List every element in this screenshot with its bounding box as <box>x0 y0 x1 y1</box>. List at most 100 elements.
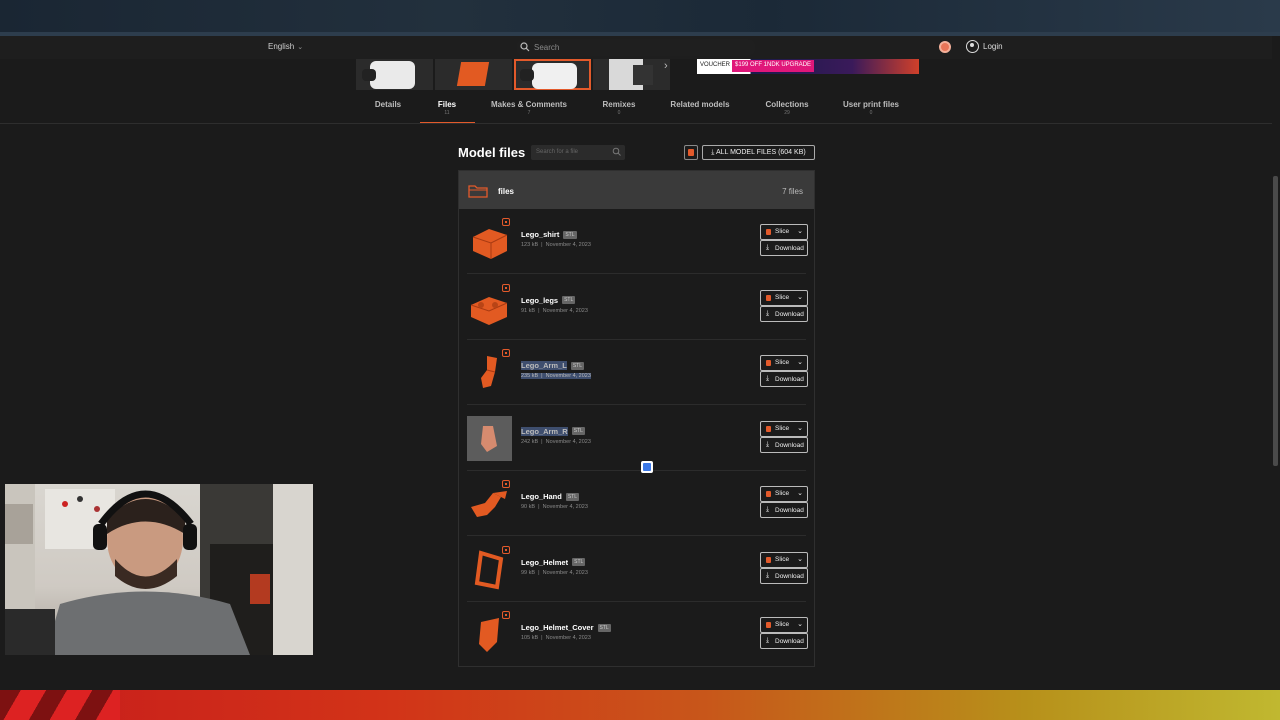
file-row[interactable]: Lego_Hand STL 90 kB | November 4, 2023 S… <box>459 471 814 536</box>
model-files-title: Model files <box>458 145 526 160</box>
file-size: 105 kB <box>521 635 539 641</box>
file-row[interactable]: Lego_Helmet STL 99 kB | November 4, 2023… <box>459 537 814 602</box>
scrollbar-thumb[interactable] <box>1273 176 1278 466</box>
slice-button[interactable]: Slice ⌄ <box>760 289 808 306</box>
download-icon: ⤓ <box>766 637 770 644</box>
chevron-down-icon: ⌄ <box>797 490 803 497</box>
language-label: English <box>268 42 295 51</box>
slice-label: Slice <box>775 490 790 497</box>
file-date: November 4, 2023 <box>542 307 588 314</box>
slice-button[interactable]: Slice ⌄ <box>760 355 808 371</box>
file-type-badge: STL <box>597 623 611 632</box>
download-button[interactable]: ⤓ Download <box>760 567 808 584</box>
chevron-down-icon: ⌄ <box>797 293 803 301</box>
download-label: Download <box>775 638 804 645</box>
search-icon <box>520 42 530 52</box>
tab-user-print-files[interactable]: User print files 0 <box>834 100 908 116</box>
file-name: Lego_Arm_L STL <box>521 361 585 370</box>
slice-label: Slice <box>775 359 790 366</box>
slice-label: Slice <box>775 228 790 235</box>
ad-voucher: VOUCHER <box>700 62 731 68</box>
stream-overlay-bottom <box>0 690 1280 720</box>
language-selector[interactable]: English ⌄ <box>268 42 303 51</box>
download-label: Download <box>775 507 804 514</box>
file-name-text: Lego_Helmet <box>521 557 569 567</box>
chevron-right-icon[interactable]: › <box>664 60 668 72</box>
tab-makes-comments[interactable]: Makes & Comments 7 <box>483 100 575 116</box>
download-button[interactable]: ⤓ Download <box>760 436 808 453</box>
download-label: Download <box>775 441 804 449</box>
file-date: November 4, 2023 <box>545 242 591 248</box>
file-type-badge: STL <box>570 361 585 370</box>
download-button[interactable]: ⤓ Download <box>760 371 808 387</box>
file-name: Lego_shirt STL <box>521 230 577 239</box>
slice-label: Slice <box>775 293 790 301</box>
gallery-thumb[interactable] <box>356 59 433 90</box>
slice-label: Slice <box>775 424 790 432</box>
slice-button[interactable]: Slice ⌄ <box>760 224 808 240</box>
translate-icon[interactable] <box>641 461 653 473</box>
file-row[interactable]: Lego_Arm_R STL 242 kB | November 4, 2023… <box>459 406 814 471</box>
tab-remixes[interactable]: Remixes 0 <box>593 100 645 116</box>
slice-button[interactable]: Slice ⌄ <box>760 551 808 568</box>
files-panel: files 7 files Lego_shirt STL 123 kB | No… <box>458 170 815 667</box>
login-label: Login <box>983 42 1003 51</box>
tab-related-models[interactable]: Related models <box>662 100 738 110</box>
slice-button[interactable]: Slice ⌄ <box>760 617 808 633</box>
cube-icon <box>502 218 510 226</box>
file-thumbnail[interactable] <box>467 415 512 461</box>
advertisement-banner[interactable]: VOUCHER $199 OFF 1NDK UPGRADE <box>697 59 919 74</box>
slicer-icon <box>766 229 771 235</box>
slicer-icon <box>766 425 771 432</box>
file-meta: 123 kB | November 4, 2023 <box>521 242 591 248</box>
notification-icon[interactable] <box>939 41 951 53</box>
file-row[interactable]: Lego_Helmet_Cover STL 105 kB | November … <box>459 602 814 667</box>
tab-collections[interactable]: Collections 29 <box>756 100 818 116</box>
file-name: Lego_Helmet_Cover STL <box>521 623 611 632</box>
slicer-icon <box>766 556 771 563</box>
file-name-text: Lego_Helmet_Cover <box>521 623 594 632</box>
file-meta: 99 kB | November 4, 2023 <box>521 570 588 576</box>
download-label: Download <box>775 376 804 383</box>
file-search-input[interactable]: Search for a file <box>531 145 625 160</box>
file-row[interactable]: Lego_shirt STL 123 kB | November 4, 2023… <box>459 209 814 274</box>
slice-button[interactable]: Slice ⌄ <box>760 420 808 437</box>
ad-promo: $199 OFF 1NDK UPGRADE <box>732 60 815 72</box>
download-button[interactable]: ⤓ Download <box>760 633 808 649</box>
tab-files[interactable]: Files 11 <box>422 100 472 116</box>
download-icon: ⤓ <box>766 375 770 382</box>
file-date: November 4, 2023 <box>545 438 591 445</box>
file-size: 235 kB <box>521 373 539 379</box>
file-meta: 91 kB | November 4, 2023 <box>521 308 588 314</box>
download-button[interactable]: ⤓ Download <box>760 502 808 518</box>
gallery-thumb[interactable] <box>435 59 512 90</box>
file-size: 99 kB <box>521 569 536 576</box>
slicer-icon <box>688 149 694 156</box>
tab-details[interactable]: Details <box>363 100 413 110</box>
download-label: Download <box>775 572 804 580</box>
login-button[interactable]: Login <box>966 40 1003 53</box>
file-row[interactable]: Lego_Arm_L STL 235 kB | November 4, 2023… <box>459 340 814 405</box>
file-row[interactable]: Lego_legs STL 91 kB | November 4, 2023 S… <box>459 275 814 340</box>
file-name: Lego_Helmet STL <box>521 557 586 567</box>
file-name-text: Lego_shirt <box>521 230 560 239</box>
page-scrollbar[interactable] <box>1272 36 1280 690</box>
file-meta: 242 kB | November 4, 2023 <box>521 439 591 445</box>
gallery-thumb-selected[interactable] <box>514 59 591 90</box>
file-date: November 4, 2023 <box>545 373 591 379</box>
slicer-icon <box>766 622 771 628</box>
file-search-placeholder: Search for a file <box>536 149 579 155</box>
file-name: Lego_Hand STL <box>521 492 580 501</box>
download-button[interactable]: ⤓ Download <box>760 305 808 322</box>
slice-button[interactable]: Slice ⌄ <box>760 486 808 502</box>
download-button[interactable]: ⤓ Download <box>760 240 808 256</box>
cube-icon <box>502 480 510 488</box>
file-name-text: Lego_Arm_L <box>521 361 567 370</box>
search-input[interactable]: Search <box>516 39 756 56</box>
download-all-button[interactable]: ⤓ ALL MODEL FILES (604 KB) <box>702 145 815 160</box>
gallery-thumb[interactable] <box>593 59 670 90</box>
download-label: Download <box>775 245 804 252</box>
folder-header[interactable]: files 7 files <box>459 171 814 209</box>
file-type-badge: STL <box>563 230 577 239</box>
slice-all-button[interactable] <box>684 145 698 160</box>
